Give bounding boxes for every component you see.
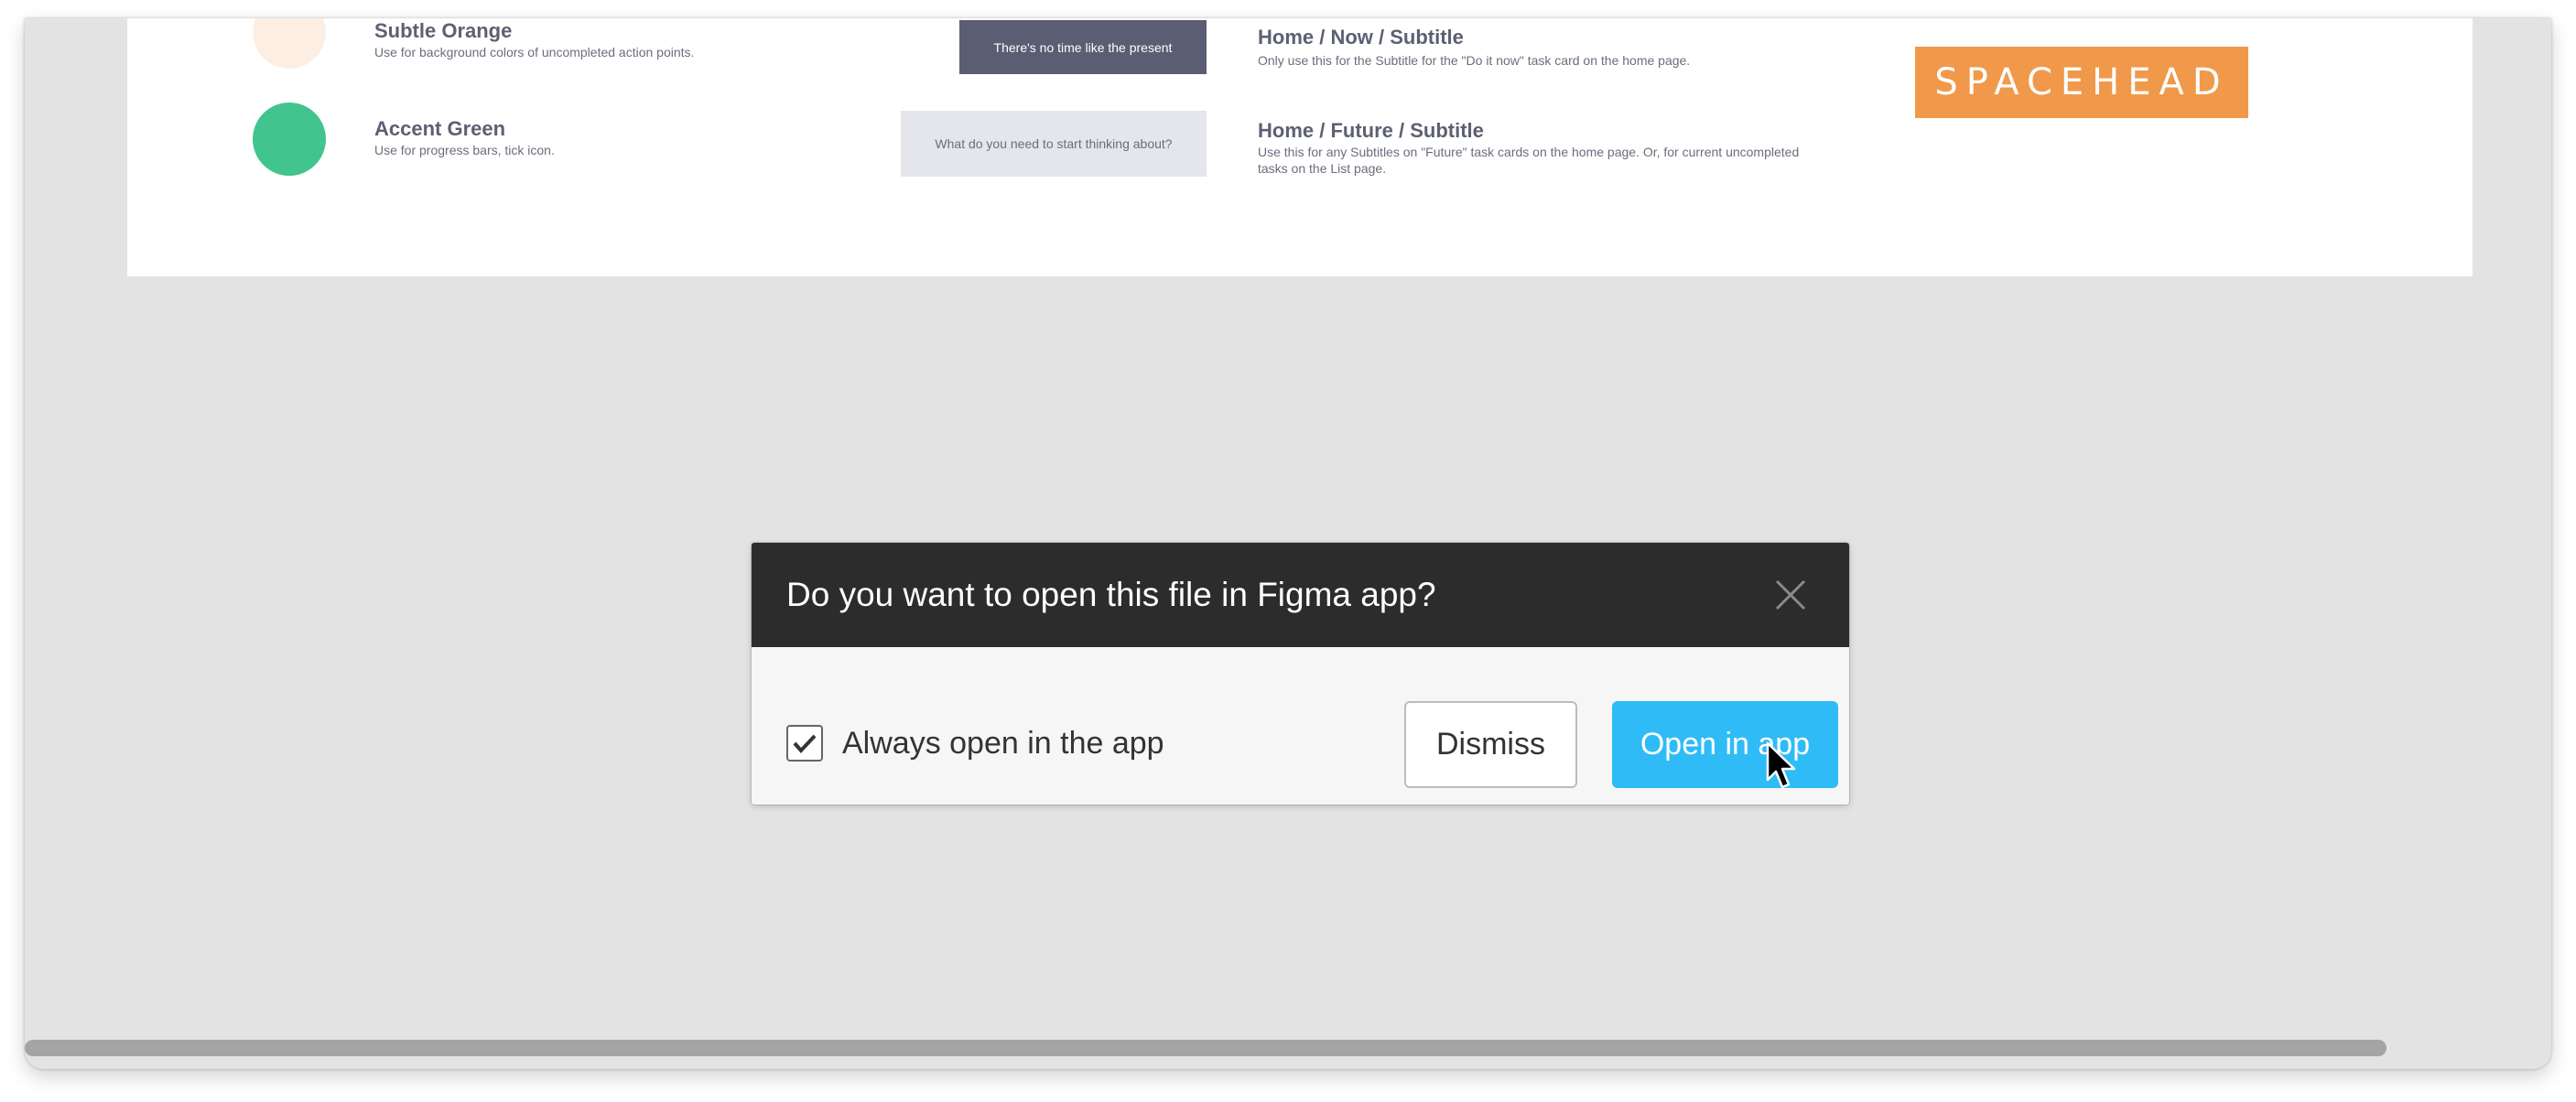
dialog-header: Do you want to open this file in Figma a… [752, 543, 1849, 647]
swatch-description: Use for background colors of uncompleted… [374, 45, 695, 59]
accent-green-swatch [253, 103, 326, 176]
mouse-pointer-icon [1766, 741, 1796, 789]
type-style-description: Only use this for the Subtitle for the "… [1258, 53, 1691, 68]
checkmark-icon [793, 734, 817, 753]
close-icon [1775, 579, 1806, 610]
dark-sample-box: There's no time like the present [959, 20, 1207, 74]
figma-canvas-window: Subtle Orange Use for background colors … [25, 18, 2551, 1069]
open-in-app-dialog: Do you want to open this file in Figma a… [752, 543, 1849, 805]
close-button[interactable] [1770, 574, 1812, 616]
swatch-name: Subtle Orange [374, 19, 513, 42]
type-style-name: Home / Now / Subtitle [1258, 26, 1464, 49]
dialog-title: Do you want to open this file in Figma a… [786, 576, 1436, 613]
style-guide-frame: Subtle Orange Use for background colors … [127, 18, 2473, 276]
always-open-label[interactable]: Always open in the app [842, 724, 1164, 762]
swatch-name: Accent Green [374, 117, 506, 140]
type-style-description: Use this for any Subtitles on "Future" t… [1258, 145, 1800, 176]
open-in-app-button[interactable]: Open in app [1612, 701, 1838, 788]
subtle-orange-swatch [253, 18, 326, 69]
swatch-description: Use for progress bars, tick icon. [374, 143, 555, 157]
always-open-checkbox[interactable] [786, 725, 823, 762]
light-sample-box: What do you need to start thinking about… [901, 111, 1207, 177]
type-style-name: Home / Future / Subtitle [1258, 119, 1484, 142]
horizontal-scrollbar[interactable] [25, 1040, 2387, 1056]
dismiss-button[interactable]: Dismiss [1404, 701, 1577, 788]
spacehead-logo: SPACEHEAD [1915, 47, 2248, 118]
